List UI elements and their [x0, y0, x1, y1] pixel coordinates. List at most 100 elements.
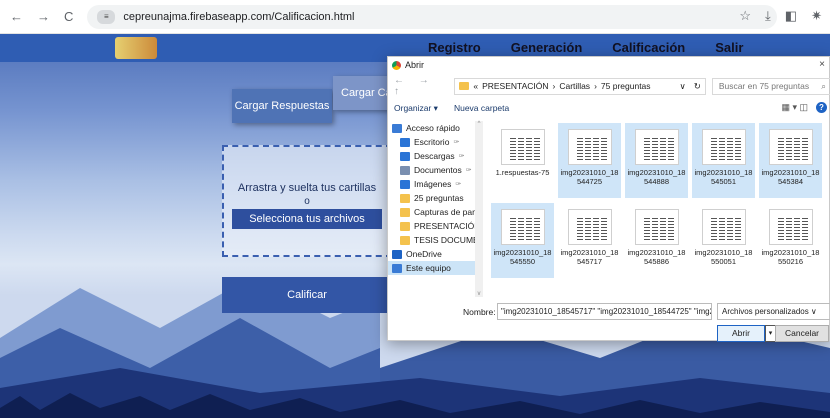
extension-icon[interactable]: ✷	[811, 8, 822, 24]
file-drop-zone[interactable]: Arrastra y suelta tus cartillas o Selecc…	[222, 145, 392, 257]
file-item[interactable]: img20231010_18545886	[625, 203, 688, 278]
file-thumbnail	[701, 129, 746, 165]
file-name: img20231010_18545717	[560, 248, 619, 266]
file-name: img20231010_18545051	[694, 168, 753, 186]
cancel-button[interactable]: Cancelar	[775, 325, 829, 342]
search-input[interactable]: Buscar en 75 preguntas ⌕	[711, 77, 830, 95]
reload-icon[interactable]: C	[64, 9, 73, 24]
nav-pane-scrollbar[interactable]: ^ v	[475, 121, 483, 297]
side-panel-icon[interactable]: ◧	[785, 8, 797, 24]
address-bar[interactable]: ≡ cepreunajma.firebaseapp.com/Calificaci…	[87, 4, 778, 29]
sidebar-item-label: Imágenes	[414, 179, 452, 189]
file-item[interactable]: img20231010_18545384	[759, 123, 822, 198]
nav-arrows-icon[interactable]: ← → ↑	[388, 75, 446, 97]
sidebar-item[interactable]: Documentos ✑	[388, 163, 483, 177]
open-button[interactable]: Abrir ▾	[717, 325, 776, 342]
dialog-titlebar: Abrir	[388, 57, 829, 73]
scroll-down-icon[interactable]: v	[475, 291, 483, 297]
pin-icon[interactable]: ✑	[455, 180, 461, 188]
pin-icon[interactable]: ✑	[459, 152, 465, 160]
file-item[interactable]: img20231010_18550051	[692, 203, 755, 278]
file-name: img20231010_18550216	[761, 248, 820, 266]
sidebar-item-label: Acceso rápido	[406, 123, 460, 133]
sidebar-item[interactable]: Este equipo	[388, 261, 483, 275]
scroll-up-icon[interactable]: ^	[475, 121, 483, 127]
file-name: img20231010_18544725	[560, 168, 619, 186]
filetype-select[interactable]: Archivos personalizados ∨	[717, 303, 830, 320]
file-thumbnail	[701, 209, 746, 245]
search-placeholder: Buscar en 75 preguntas	[718, 81, 810, 91]
cargar-respuestas-button[interactable]: Cargar Respuestas	[232, 89, 332, 123]
nav-salir[interactable]: Salir	[715, 40, 743, 55]
sidebar-item[interactable]: Imágenes ✑	[388, 177, 483, 191]
bookmark-star-icon[interactable]: ☆	[739, 8, 751, 24]
file-name: img20231010_18545550	[493, 248, 552, 266]
sidebar-item-label: Escritorio	[414, 137, 450, 147]
sidebar-item[interactable]: Capturas de pan	[388, 205, 483, 219]
folder-icon	[400, 235, 410, 245]
select-files-button[interactable]: Selecciona tus archivos	[232, 209, 382, 229]
pin-icon[interactable]: ✑	[453, 138, 459, 146]
pictures-icon	[400, 179, 410, 189]
close-icon[interactable]: ×	[819, 59, 825, 70]
refresh-icon[interactable]: ↻	[694, 81, 705, 92]
breadcrumb[interactable]: « PRESENTACIÓN › Cartillas › 75 pregunta…	[454, 77, 706, 95]
file-thumbnail	[567, 209, 612, 245]
file-item[interactable]: img20231010_18544725	[558, 123, 621, 198]
browser-toolbar: ← → C ≡ cepreunajma.firebaseapp.com/Cali…	[0, 0, 830, 34]
search-icon: ⌕	[821, 80, 826, 91]
breadcrumb-separator: ›	[594, 81, 597, 91]
sidebar-item[interactable]: Escritorio ✑	[388, 135, 483, 149]
organize-button[interactable]: Organizar ▾	[394, 103, 438, 114]
sidebar-item-label: Este equipo	[406, 263, 451, 273]
file-name: img20231010_18545886	[627, 248, 686, 266]
pin-icon[interactable]: ✑	[466, 166, 472, 174]
new-folder-button[interactable]: Nueva carpeta	[454, 103, 509, 113]
download-icon[interactable]: ⤓	[765, 8, 771, 24]
nav-calificacion[interactable]: Calificación	[612, 40, 685, 55]
open-file-dialog: Abrir × ← → ↑ « PRESENTACIÓN › Cartillas…	[387, 56, 830, 342]
document-icon	[400, 165, 410, 175]
site-info-icon[interactable]: ≡	[97, 9, 116, 24]
file-item[interactable]: img20231010_18550216	[759, 203, 822, 278]
dialog-footer: Nombre: "img20231010_18545717" "img20231…	[388, 301, 830, 342]
sidebar-item[interactable]: 25 preguntas	[388, 191, 483, 205]
cloud-icon	[392, 249, 402, 259]
nav-pane: Acceso rápido Escritorio ✑ Descargas ✑ Docume…	[388, 121, 483, 297]
breadcrumb-75-preguntas[interactable]: 75 preguntas	[601, 81, 651, 91]
view-options-icon[interactable]: ▦ ▾ ◫	[781, 102, 808, 113]
calificar-button[interactable]: Calificar	[222, 277, 392, 313]
cargar-cartillas-button[interactable]: Cargar Ca	[333, 76, 393, 110]
path-dropdown-icon[interactable]: ∨	[679, 81, 689, 92]
dialog-title: Abrir	[405, 60, 425, 70]
folder-icon	[400, 207, 410, 217]
sidebar-item[interactable]: PRESENTACIÓN	[388, 219, 483, 233]
dialog-toolbar: Organizar ▾ Nueva carpeta ▦ ▾ ◫ ?	[388, 99, 830, 117]
file-thumbnail	[768, 129, 813, 165]
help-icon[interactable]: ?	[816, 102, 827, 113]
nav-generacion[interactable]: Generación	[511, 40, 583, 55]
breadcrumb-presentacion[interactable]: PRESENTACIÓN	[482, 81, 548, 91]
file-item[interactable]: img20231010_18545717	[558, 203, 621, 278]
file-item[interactable]: img20231010_18544888	[625, 123, 688, 198]
sidebar-item[interactable]: Descargas ✑	[388, 149, 483, 163]
sidebar-item[interactable]: Acceso rápido	[388, 121, 483, 135]
sidebar-item-label: TESIS DOCUMEN	[414, 235, 483, 245]
file-thumbnail	[500, 129, 545, 165]
sidebar-item[interactable]: OneDrive	[388, 247, 483, 261]
breadcrumb-overflow[interactable]: «	[473, 81, 478, 91]
url-text: cepreunajma.firebaseapp.com/Calificacion…	[123, 10, 355, 23]
breadcrumb-cartillas[interactable]: Cartillas	[559, 81, 590, 91]
sidebar-item[interactable]: TESIS DOCUMEN	[388, 233, 483, 247]
file-name: img20231010_18550051	[694, 248, 753, 266]
filename-input[interactable]: "img20231010_18545717" "img20231010_1854…	[497, 303, 712, 320]
forward-icon[interactable]: →	[37, 9, 50, 24]
drop-zone-text: Arrastra y suelta tus cartillas	[237, 182, 377, 194]
folder-icon	[400, 193, 410, 203]
site-logo[interactable]	[115, 37, 157, 59]
file-item[interactable]: img20231010_18545550	[491, 203, 554, 278]
file-item[interactable]: 1.respuestas-75	[491, 123, 554, 198]
back-icon[interactable]: ←	[10, 9, 23, 24]
file-item[interactable]: img20231010_18545051	[692, 123, 755, 198]
nav-registro[interactable]: Registro	[428, 40, 481, 55]
